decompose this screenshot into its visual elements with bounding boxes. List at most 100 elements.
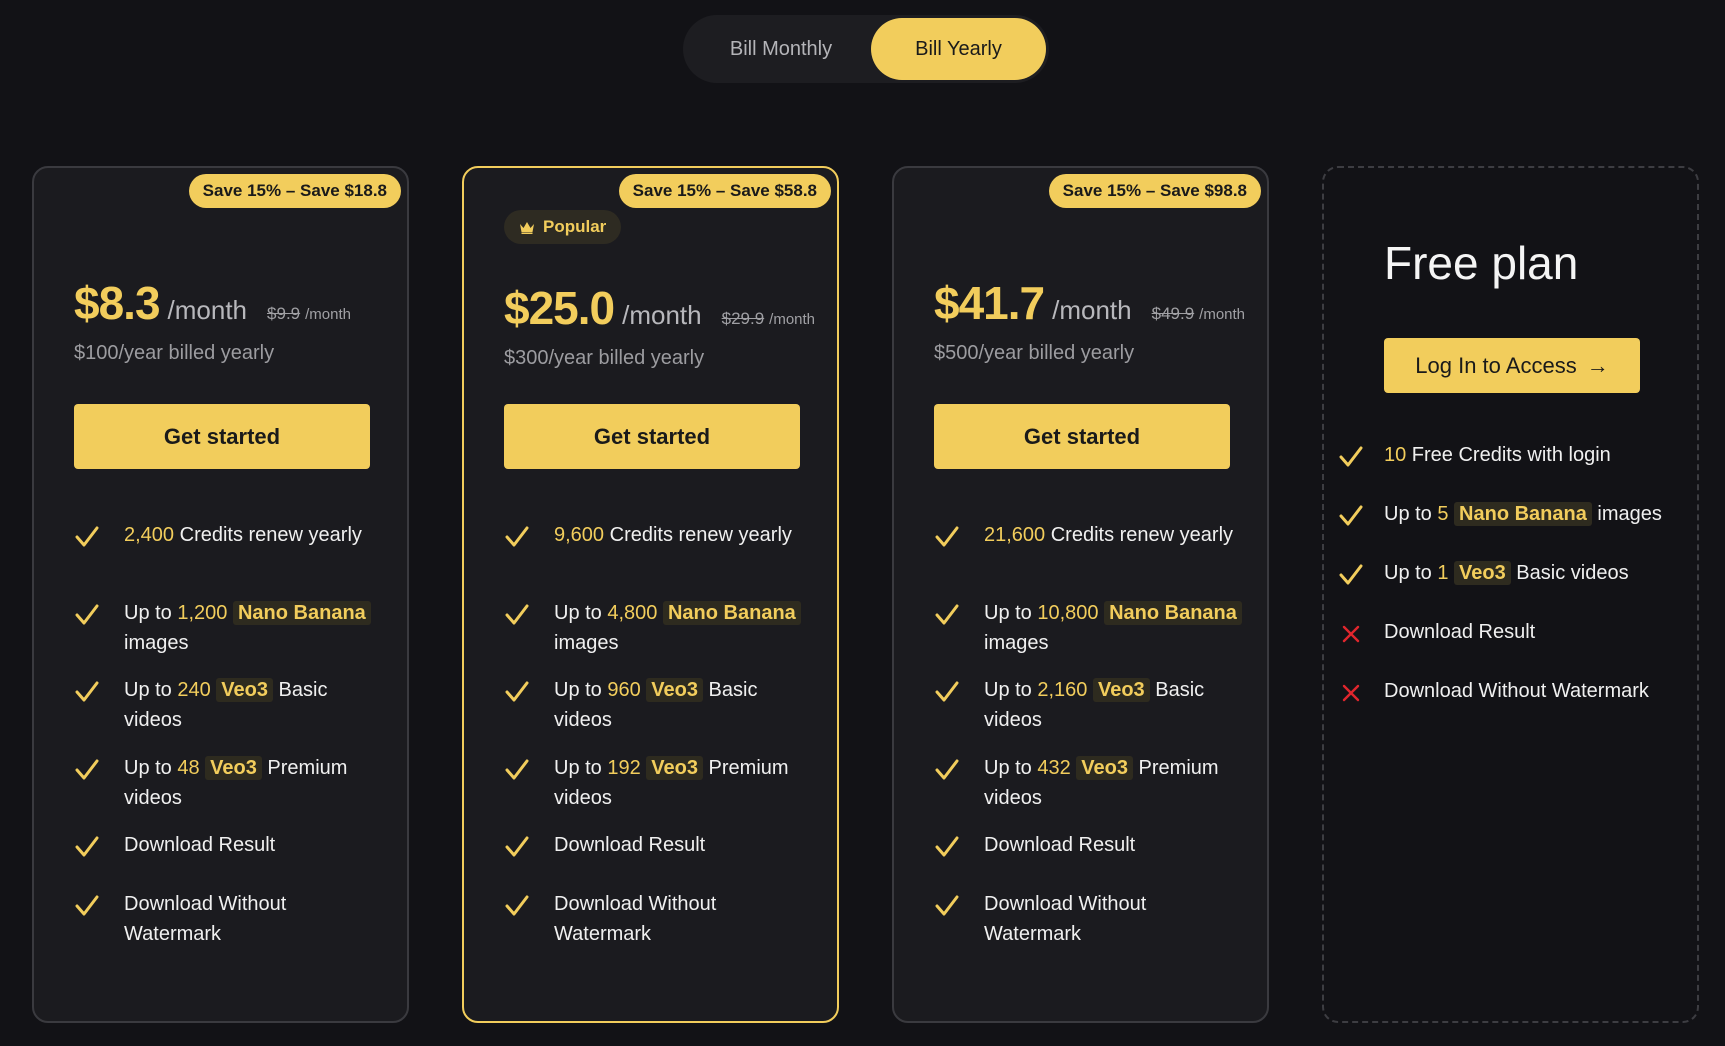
feature-item: 9,600 Credits renew yearly	[504, 520, 814, 550]
old-price: $9.9	[267, 304, 301, 323]
feature-item: Download Without Watermark	[934, 889, 1244, 949]
plan-card-free: Free plan Log In to Access → 10 Free Cre…	[1322, 166, 1699, 1023]
feature-item: Up to 4,800 Nano Banana images	[504, 598, 814, 658]
plan-card-pro: Save 15% – Save $98.8 $41.7 /month $49.9…	[892, 166, 1269, 1023]
check-icon	[935, 836, 959, 857]
feature-highlight: 10	[1384, 444, 1407, 466]
feature-text: 21,600 Credits renew yearly	[984, 520, 1233, 550]
feature-prefix: Up to	[124, 602, 178, 624]
model-tag: Veo3	[216, 678, 273, 702]
feature-highlight: 2,400	[124, 524, 175, 546]
check-icon	[75, 681, 99, 702]
popular-badge: Popular	[504, 210, 622, 244]
feature-text: Download Result	[1384, 617, 1535, 647]
check-icon	[505, 836, 529, 857]
model-tag: Veo3	[1454, 561, 1511, 585]
price: $41.7	[934, 277, 1045, 329]
plan-card-popular: Save 15% – Save $58.8 Popular $25.0 /mon…	[462, 166, 839, 1023]
feature-item: Up to 48 Veo3 Premium videos	[74, 753, 384, 813]
feature-text: Up to 10,800 Nano Banana images	[984, 598, 1244, 658]
feature-highlight: 432	[1037, 757, 1071, 779]
model-tag: Veo3	[1092, 678, 1150, 702]
check-icon	[935, 895, 959, 916]
feature-label: images	[984, 632, 1049, 654]
save-badge: Save 15% – Save $58.8	[618, 174, 831, 208]
feature-label: Credits renew yearly	[174, 524, 362, 546]
check-icon	[935, 526, 959, 547]
feature-item: Download Result	[934, 830, 1244, 860]
billed-text: $100/year billed yearly	[74, 342, 275, 364]
log-in-to-access-button[interactable]: Log In to Access →	[1384, 338, 1640, 393]
feature-item: Download Without Watermark	[504, 889, 814, 949]
feature-label: Download Result	[984, 834, 1136, 856]
model-tag: Nano Banana	[662, 601, 801, 625]
feature-label: Credits renew yearly	[1045, 524, 1234, 546]
feature-text: Up to 1 Veo3 Basic videos	[1384, 558, 1629, 588]
feature-label: Download Without Watermark	[124, 893, 287, 945]
free-plan-title: Free plan	[1384, 237, 1579, 289]
popular-label: Popular	[543, 217, 607, 236]
feature-text: Download Result	[984, 830, 1135, 860]
feature-item: Up to 10,800 Nano Banana images	[934, 598, 1244, 658]
cross-icon	[1342, 684, 1360, 702]
check-icon	[1339, 446, 1363, 467]
feature-text: Up to 960 Veo3 Basic videos	[554, 675, 814, 735]
feature-item: Download Without Watermark	[74, 889, 384, 949]
check-icon	[505, 895, 529, 916]
check-icon	[935, 681, 959, 702]
price-row: $8.3 /month $9.9 /month	[74, 276, 351, 330]
check-icon	[935, 604, 959, 625]
save-badge: Save 15% – Save $18.8	[188, 174, 401, 208]
feature-text: Download Result	[124, 830, 275, 860]
price-row: $25.0 /month $29.9 /month	[504, 281, 815, 335]
feature-item: Up to 2,160 Veo3 Basic videos	[934, 675, 1244, 735]
feature-text: 9,600 Credits renew yearly	[554, 520, 792, 550]
feature-highlight: 2,160	[1037, 679, 1088, 701]
feature-label: Download Without Watermark	[554, 893, 717, 945]
model-tag: Veo3	[1076, 756, 1133, 780]
feature-highlight: 1	[1437, 562, 1449, 584]
feature-prefix: Up to	[1384, 562, 1438, 584]
feature-highlight: 192	[607, 757, 641, 779]
get-started-button[interactable]: Get started	[504, 404, 800, 469]
feature-label: Basic videos	[1510, 562, 1629, 584]
feature-text: 2,400 Credits renew yearly	[124, 520, 362, 550]
feature-text: Download Without Watermark	[554, 889, 814, 949]
price-period: /month	[1052, 295, 1132, 325]
model-tag: Veo3	[205, 756, 262, 780]
bill-monthly-option[interactable]: Bill Monthly	[683, 18, 879, 80]
feature-text: Up to 1,200 Nano Banana images	[124, 598, 384, 658]
feature-text: Up to 5 Nano Banana images	[1384, 499, 1662, 529]
feature-prefix: Up to	[984, 757, 1038, 779]
old-price: $49.9	[1151, 304, 1195, 323]
billed-text: $500/year billed yearly	[934, 342, 1135, 364]
price: $25.0	[504, 282, 615, 334]
feature-label: images	[124, 632, 189, 654]
get-started-button[interactable]: Get started	[74, 404, 370, 469]
model-tag: Veo3	[646, 678, 703, 702]
arrow-right-icon: →	[1586, 352, 1609, 378]
price-period: /month	[622, 300, 702, 330]
feature-item: Download Result	[74, 830, 384, 860]
price-row: $41.7 /month $49.9 /month	[934, 276, 1245, 330]
feature-item: Up to 432 Veo3 Premium videos	[934, 753, 1244, 813]
feature-label: Credits renew yearly	[604, 524, 792, 546]
feature-label: Download Result	[124, 834, 276, 856]
feature-item: Download Result	[504, 830, 814, 860]
check-icon	[75, 836, 99, 857]
feature-highlight: 48	[177, 757, 200, 779]
model-tag: Nano Banana	[1104, 601, 1242, 625]
get-started-button[interactable]: Get started	[934, 404, 1230, 469]
feature-highlight: 10,800	[1037, 602, 1099, 624]
bill-yearly-option[interactable]: Bill Yearly	[871, 18, 1046, 80]
check-icon	[75, 526, 99, 547]
check-icon	[505, 759, 529, 780]
feature-prefix: Up to	[124, 679, 178, 701]
feature-prefix: Up to	[554, 757, 608, 779]
feature-text: Download Result	[554, 830, 705, 860]
feature-text: Up to 240 Veo3 Basic videos	[124, 675, 384, 735]
check-icon	[1339, 564, 1363, 585]
feature-prefix: Up to	[984, 679, 1038, 701]
feature-item: Download Result	[1338, 617, 1678, 647]
model-tag: Nano Banana	[232, 601, 371, 625]
